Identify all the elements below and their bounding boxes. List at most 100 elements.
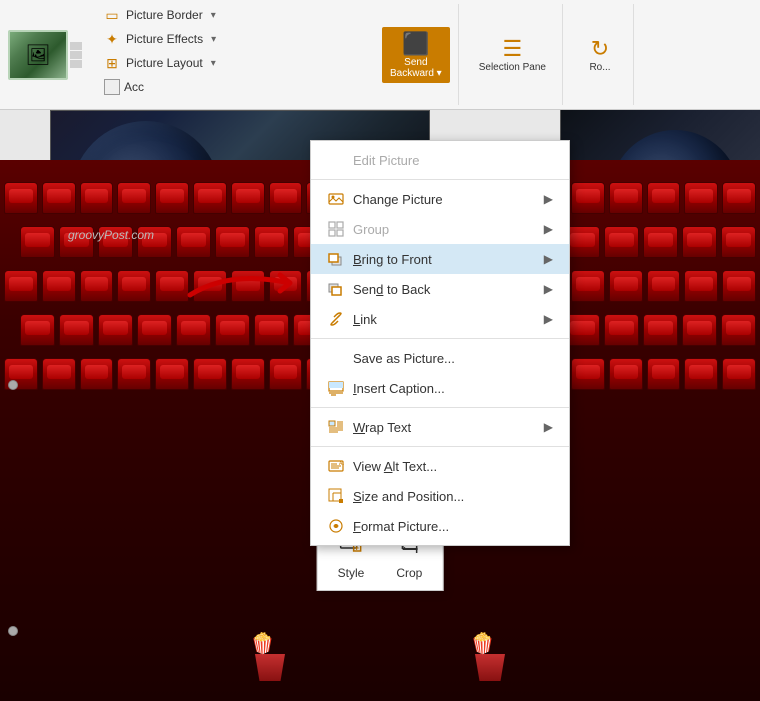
seat <box>647 182 681 214</box>
watermark: groovyPost.com <box>68 228 154 242</box>
bring-to-front-icon <box>327 250 345 268</box>
send-backward-label: SendBackward ▾ <box>390 57 442 79</box>
picture-border-icon: ▭ <box>104 7 120 23</box>
red-arrow <box>180 265 310 305</box>
picture-border-btn[interactable]: ▭ Picture Border ▾ <box>98 4 362 26</box>
ctx-send-to-back[interactable]: Send to Back ▶ <box>311 274 569 304</box>
popcorn-2 <box>470 631 510 681</box>
picture-layout-btn[interactable]: ⊞ Picture Layout ▾ <box>98 52 362 74</box>
seat <box>254 226 289 258</box>
ctx-bring-to-front-arrow: ▶ <box>544 252 553 266</box>
seat <box>193 358 227 390</box>
picture-effects-arrow: ▾ <box>211 34 216 45</box>
picture-layout-label: Picture Layout <box>126 56 203 70</box>
seat <box>269 358 303 390</box>
seat <box>609 358 643 390</box>
ribbon-thumb-area <box>0 0 90 109</box>
ctx-save-as-picture[interactable]: Save as Picture... <box>311 343 569 373</box>
seat <box>80 182 114 214</box>
ribbon-left-group: ▭ Picture Border ▾ ✦ Picture Effects ▾ ⊞… <box>90 0 370 109</box>
link-icon <box>327 310 345 328</box>
seat <box>117 270 151 302</box>
ctx-group-label: Group <box>353 222 536 237</box>
picture-effects-icon: ✦ <box>104 31 120 47</box>
picture-border-label: Picture Border <box>126 8 203 22</box>
svg-text:ALT: ALT <box>339 461 344 467</box>
insert-caption-icon <box>327 379 345 397</box>
seat <box>571 358 605 390</box>
seat <box>231 182 265 214</box>
thumb-scroll-more[interactable] <box>70 60 82 68</box>
seat <box>42 270 76 302</box>
ctx-link-arrow: ▶ <box>544 312 553 326</box>
thumbnail-1[interactable] <box>8 30 68 80</box>
seat <box>137 314 172 346</box>
ctx-size-position[interactable]: Size and Position... <box>311 481 569 511</box>
ctx-insert-caption[interactable]: Insert Caption... <box>311 373 569 403</box>
scroll-dot-2 <box>8 626 18 636</box>
format-picture-icon <box>327 517 345 535</box>
seat <box>604 226 639 258</box>
context-menu: Edit Picture Change Picture ▶ <box>310 140 570 546</box>
seat <box>176 226 211 258</box>
ctx-edit-picture-label: Edit Picture <box>353 153 553 168</box>
ctx-wrap-text[interactable]: Wrap Text ▶ <box>311 412 569 442</box>
ctx-format-picture-label: Format Picture... <box>353 519 553 534</box>
seat <box>254 314 289 346</box>
selection-pane-btn[interactable]: ☰ Selection Pane <box>471 32 554 77</box>
seat <box>647 270 681 302</box>
ctx-view-alt-text[interactable]: ALT View Alt Text... <box>311 451 569 481</box>
ctx-link[interactable]: Link ▶ <box>311 304 569 334</box>
group-icon <box>327 220 345 238</box>
seat <box>20 226 55 258</box>
size-position-icon <box>327 487 345 505</box>
ctx-send-to-back-arrow: ▶ <box>544 282 553 296</box>
seat <box>42 358 76 390</box>
change-picture-icon <box>327 190 345 208</box>
seat <box>721 226 756 258</box>
acc-checkbox[interactable] <box>104 79 120 95</box>
ctx-change-picture[interactable]: Change Picture ▶ <box>311 184 569 214</box>
seat <box>682 314 717 346</box>
ctx-change-picture-label: Change Picture <box>353 192 536 207</box>
ctx-wrap-text-label: Wrap Text <box>353 420 536 435</box>
seat <box>604 314 639 346</box>
picture-layout-arrow: ▾ <box>211 58 216 69</box>
ctx-bring-to-front-label: Bring to Front <box>353 252 536 267</box>
bottom-content <box>250 631 510 681</box>
selection-pane-group: ☰ Selection Pane <box>463 4 563 105</box>
ctx-group[interactable]: Group ▶ <box>311 214 569 244</box>
send-backward-btn[interactable]: ⬛ SendBackward ▾ <box>382 27 450 83</box>
ctx-edit-picture[interactable]: Edit Picture <box>311 145 569 175</box>
seat <box>684 358 718 390</box>
ctx-format-picture[interactable]: Format Picture... <box>311 511 569 541</box>
seat <box>215 226 250 258</box>
edit-picture-icon <box>327 151 345 169</box>
seat <box>684 182 718 214</box>
ctx-bring-to-front[interactable]: Bring to Front ▶ <box>311 244 569 274</box>
send-backward-group: ⬛ SendBackward ▾ <box>374 4 459 105</box>
seat <box>571 270 605 302</box>
picture-effects-btn[interactable]: ✦ Picture Effects ▾ <box>98 28 362 50</box>
seat <box>193 182 227 214</box>
thumb-scroll-down[interactable] <box>70 51 82 59</box>
seat <box>643 314 678 346</box>
ctx-separator-4 <box>311 446 569 447</box>
ctx-insert-caption-label: Insert Caption... <box>353 381 553 396</box>
thumb-scroll-up[interactable] <box>70 42 82 50</box>
seat <box>565 314 600 346</box>
selection-pane-label: Selection Pane <box>479 62 546 73</box>
seat <box>117 182 151 214</box>
acc-area: Acc <box>98 76 362 98</box>
send-to-back-icon <box>327 280 345 298</box>
picture-border-arrow: ▾ <box>211 10 216 21</box>
seat <box>647 358 681 390</box>
rotate-btn[interactable]: ↻ Ro... <box>575 32 625 77</box>
ctx-size-position-label: Size and Position... <box>353 489 553 504</box>
seat <box>684 270 718 302</box>
ctx-view-alt-text-label: View Alt Text... <box>353 459 553 474</box>
rotate-label: Ro... <box>589 62 610 73</box>
seat <box>722 182 756 214</box>
seat <box>565 226 600 258</box>
seat <box>59 314 94 346</box>
